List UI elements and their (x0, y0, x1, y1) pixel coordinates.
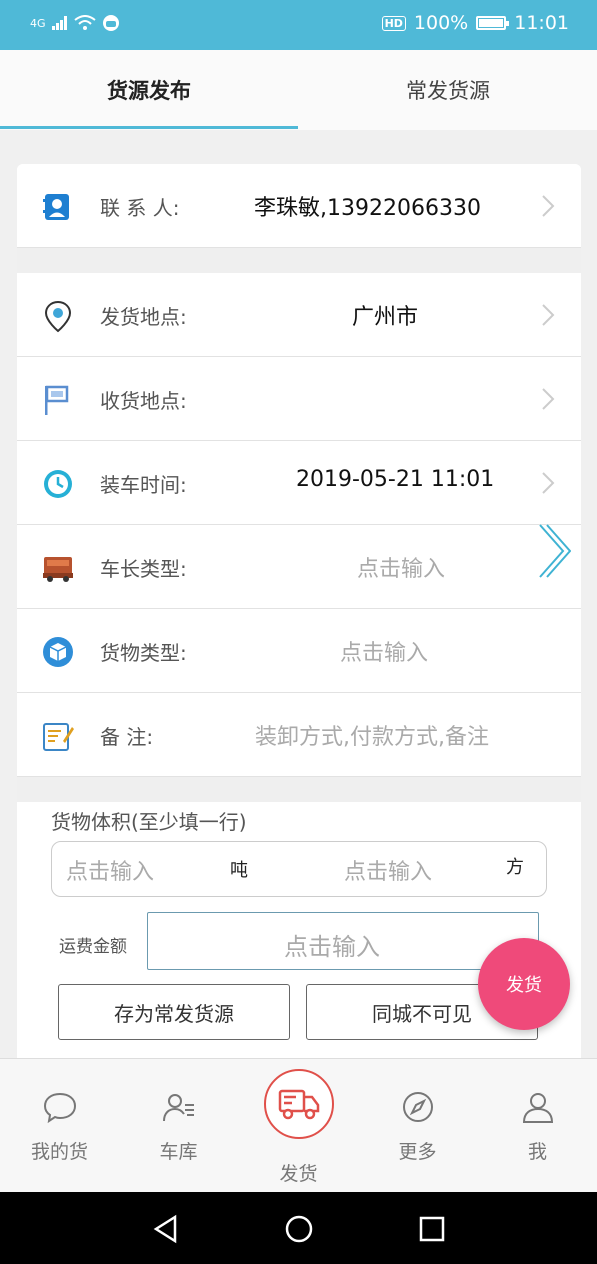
flag-icon (45, 385, 69, 415)
nav-label: 发货 (279, 1163, 318, 1185)
weight-unit: 吨 (230, 860, 248, 881)
status-left: 4G (30, 14, 120, 32)
back-icon[interactable] (151, 1214, 181, 1244)
freight-placeholder: 点击输入 (284, 933, 380, 961)
note-edit-icon (43, 723, 74, 751)
freight-input[interactable]: 点击输入 (147, 912, 539, 970)
volume-title: 货物体积(至少填一行) (51, 810, 247, 834)
publish-fab-button[interactable]: 发货 (478, 938, 570, 1030)
nav-label: 我 (527, 1141, 547, 1163)
nav-item-my-cargo[interactable]: 我的货 (0, 1059, 119, 1193)
cargo-box-icon (43, 637, 73, 667)
load-time-value: 2019-05-21 11:01 (296, 467, 495, 492)
contact-card-icon (43, 194, 69, 220)
network-label: 4G (30, 16, 46, 30)
destination-row[interactable]: 收货地点: (17, 357, 581, 441)
android-icon (102, 15, 119, 31)
chat-bubble-icon (43, 1092, 77, 1124)
battery-percent: 100% (413, 12, 469, 34)
remark-row[interactable]: 备 注: 装卸方式,付款方式,备注 (17, 693, 581, 777)
load-time-label: 装车时间: (100, 473, 187, 497)
remark-placeholder: 装卸方式,付款方式,备注 (255, 725, 489, 750)
volume-unit: 方 (506, 857, 524, 878)
nav-label: 更多 (398, 1141, 437, 1163)
chevron-right-icon (542, 304, 555, 326)
origin-value: 广州市 (352, 305, 419, 330)
bottom-nav: 我的货 车库 发货 更多 我 (0, 1058, 597, 1192)
nav-item-more[interactable]: 更多 (358, 1059, 477, 1193)
truck-icon (43, 557, 73, 582)
signal-icon (51, 16, 67, 30)
wifi-icon (73, 15, 96, 30)
nav-item-me[interactable]: 我 (478, 1059, 597, 1193)
hd-badge: HD (381, 15, 406, 31)
volume-input[interactable]: 点击输入 (344, 854, 432, 886)
battery-icon (476, 16, 510, 30)
weight-input[interactable]: 点击输入 (66, 854, 154, 886)
cargo-type-row[interactable]: 货物类型: 点击输入 (17, 609, 581, 693)
contact-label: 联 系 人: (100, 196, 180, 220)
status-bar: 4G HD 100% 11:01 (0, 0, 597, 50)
nav-label: 车库 (159, 1141, 198, 1163)
section-gap (17, 248, 581, 273)
active-tab-indicator (0, 126, 298, 129)
contact-value: 李珠敏,13922066330 (254, 196, 481, 221)
chevron-right-icon (542, 472, 555, 494)
clock-icon (44, 470, 72, 498)
contact-row[interactable]: 联 系 人: 李珠敏,13922066330 (17, 164, 581, 248)
origin-row[interactable]: 发货地点: 广州市 (17, 273, 581, 357)
chevron-right-icon (542, 195, 555, 217)
cargo-type-placeholder: 点击输入 (340, 641, 429, 666)
delivery-truck-icon (278, 1089, 320, 1120)
system-nav-bar (0, 1192, 597, 1264)
clock-time: 11:01 (514, 12, 569, 34)
home-icon[interactable] (284, 1214, 314, 1244)
origin-label: 发货地点: (100, 305, 187, 329)
cargo-form-card: 联 系 人: 李珠敏,13922066330 发货地点: 广州市 收货地点: 装… (17, 164, 581, 1064)
truck-type-placeholder: 点击输入 (357, 557, 446, 582)
chevron-right-icon (542, 388, 555, 410)
location-pin-icon (44, 300, 72, 333)
tab-publish-cargo[interactable]: 货源发布 (0, 50, 298, 130)
double-chevron-right-icon[interactable] (537, 522, 571, 580)
section-gap (17, 777, 581, 802)
nav-label: 我的货 (30, 1141, 88, 1163)
user-list-icon (163, 1094, 194, 1122)
volume-input-group: 点击输入 吨 点击输入 方 (51, 841, 547, 897)
truck-type-label: 车长类型: (100, 557, 187, 581)
status-right: HD 100% 11:01 (381, 12, 569, 34)
person-icon (522, 1093, 554, 1123)
compass-icon (403, 1092, 433, 1122)
nav-item-publish[interactable]: 发货 (239, 1059, 358, 1193)
destination-label: 收货地点: (100, 389, 187, 413)
cargo-type-label: 货物类型: (100, 641, 187, 665)
publish-circle (264, 1069, 334, 1139)
tab-bar: 货源发布 常发货源 (0, 50, 597, 130)
load-time-row[interactable]: 装车时间: 2019-05-21 11:01 (17, 441, 581, 525)
nav-item-garage[interactable]: 车库 (119, 1059, 238, 1193)
save-regular-button[interactable]: 存为常发货源 (58, 984, 290, 1040)
tab-regular-cargo[interactable]: 常发货源 (299, 50, 597, 130)
remark-label: 备 注: (100, 725, 154, 749)
freight-label: 运费金额 (59, 937, 127, 957)
truck-type-row[interactable]: 车长类型: 点击输入 (17, 525, 581, 609)
recents-icon[interactable] (417, 1214, 447, 1244)
